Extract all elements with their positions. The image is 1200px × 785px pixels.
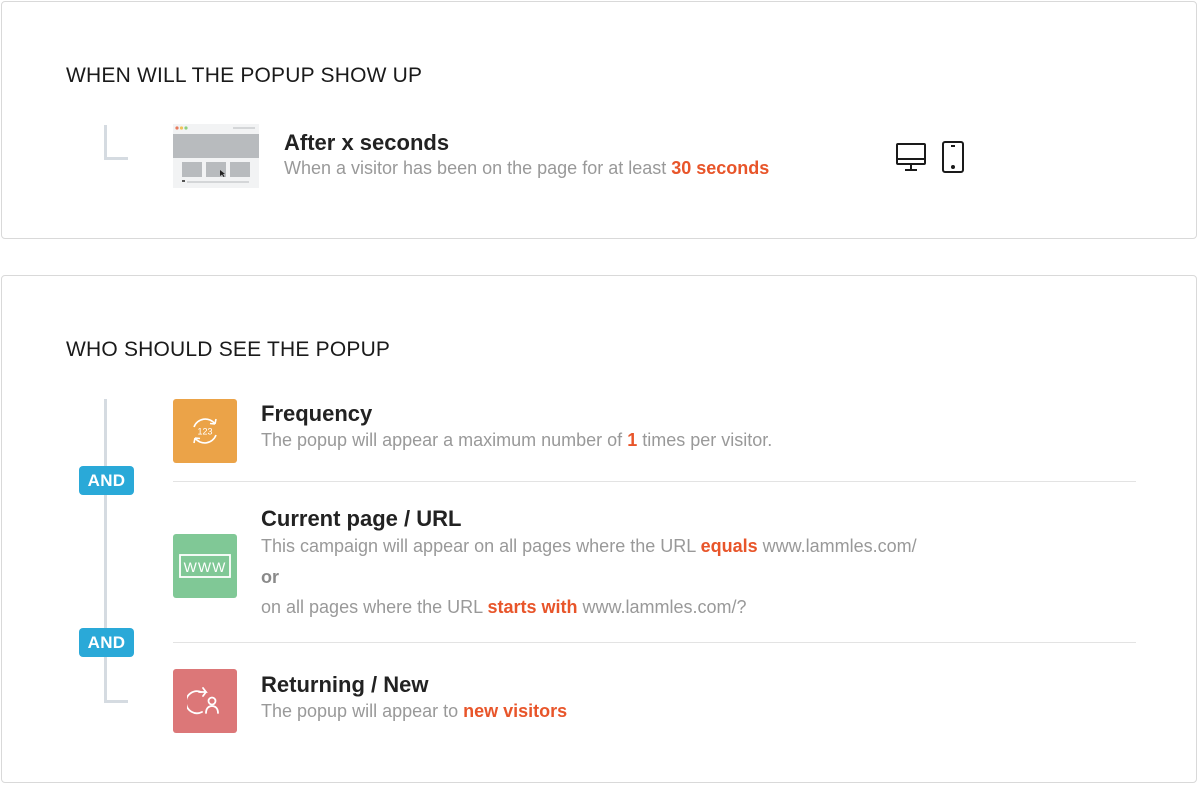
audience-section-title: WHO SHOULD SEE THE POPUP (66, 338, 391, 361)
url-operator-starts-with: starts with (487, 597, 578, 617)
tree-connector-foot (104, 700, 128, 703)
returning-description: The popup will appear to new visitors (261, 701, 568, 721)
trigger-item-title: After x seconds (284, 130, 450, 155)
svg-text:123: 123 (197, 427, 212, 437)
tree-connector (104, 125, 128, 160)
returning-visitor-icon (173, 669, 237, 733)
svg-text:WWW: WWW (184, 559, 227, 575)
and-connector-badge: AND (79, 628, 134, 657)
www-icon: WWW (173, 534, 237, 598)
url-condition-starts-with: on all pages where the URL starts with w… (261, 597, 747, 617)
returning-title: Returning / New (261, 672, 429, 697)
or-label: or (261, 567, 279, 587)
frequency-value: 1 (627, 430, 638, 450)
desktop-icon[interactable] (895, 141, 927, 178)
frequency-description: The popup will appear a maximum number o… (261, 430, 773, 450)
url-operator-equals: equals (700, 536, 758, 556)
audience-card: WHO SHOULD SEE THE POPUP 123 Frequency T… (1, 275, 1197, 783)
device-targeting (895, 140, 965, 179)
mobile-icon[interactable] (941, 140, 965, 179)
browser-page-thumbnail-icon (173, 124, 259, 188)
and-connector-badge: AND (79, 466, 134, 495)
frequency-title: Frequency (261, 401, 373, 426)
tree-connector-line (104, 399, 107, 703)
url-title: Current page / URL (261, 506, 462, 531)
item-divider (173, 481, 1136, 482)
url-condition-equals: This campaign will appear on all pages w… (261, 536, 917, 556)
trigger-delay-value: 30 seconds (671, 158, 770, 178)
returning-value: new visitors (463, 701, 568, 721)
item-divider (173, 642, 1136, 643)
frequency-icon: 123 (173, 399, 237, 463)
trigger-item-description: When a visitor has been on the page for … (284, 158, 770, 178)
trigger-card: WHEN WILL THE POPUP SHOW UP After x seco… (1, 1, 1197, 239)
trigger-section-title: WHEN WILL THE POPUP SHOW UP (66, 64, 423, 87)
